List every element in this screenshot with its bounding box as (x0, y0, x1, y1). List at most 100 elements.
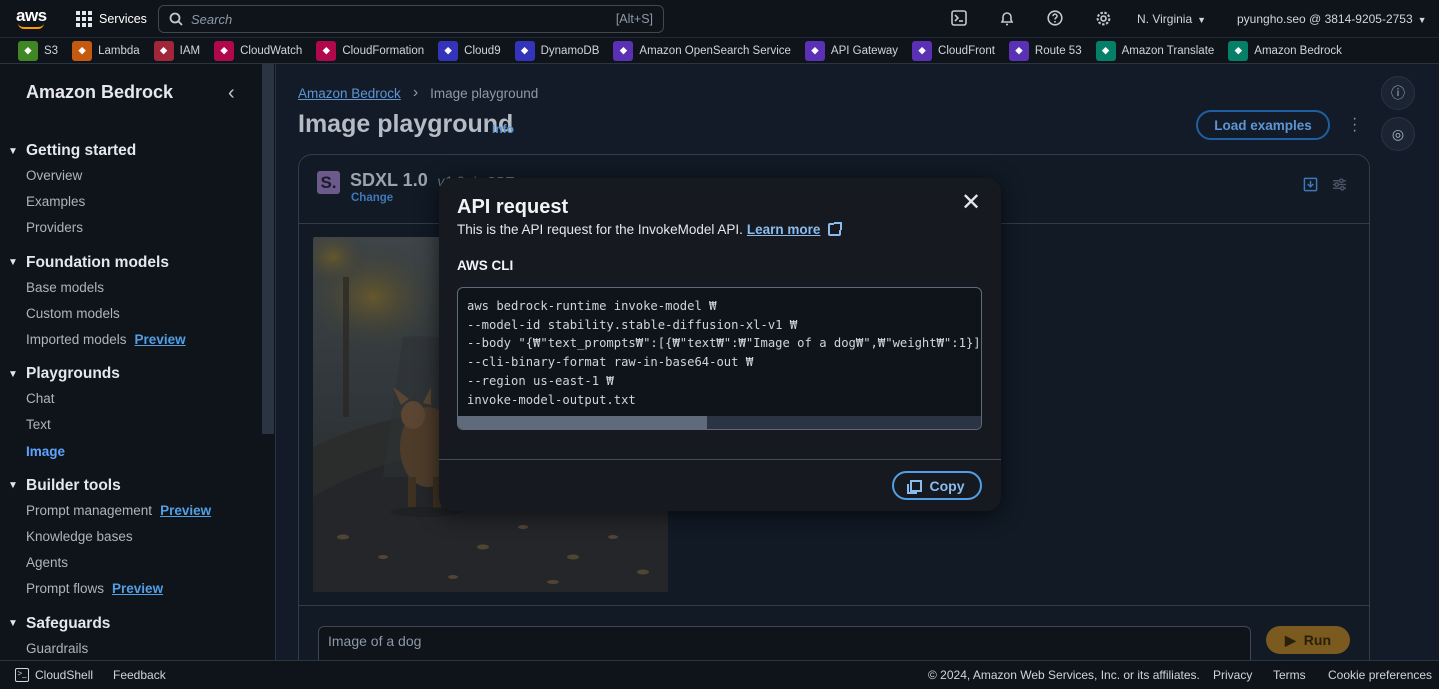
sidebar-item-label: Examples (26, 194, 86, 210)
favorite-label: Lambda (98, 44, 140, 57)
favorite-route-53[interactable]: ◆ Route 53 (1008, 40, 1082, 61)
sidenav-section-label: Safeguards (26, 614, 111, 632)
sidebar-item-imported-models[interactable]: Imported models Preview (26, 332, 186, 347)
sidenav-title[interactable]: Amazon Bedrock (26, 82, 173, 103)
preview-badge[interactable]: Preview (160, 503, 211, 518)
sidebar-item-providers[interactable]: Providers (26, 220, 83, 235)
sidenav-section-builder-tools[interactable]: ▼ Builder tools (8, 477, 121, 495)
collapse-sidenav-icon[interactable]: ‹ (228, 82, 235, 105)
favorite-cloudfront[interactable]: ◆ CloudFront (912, 40, 995, 61)
sidebar-item-guardrails[interactable]: Guardrails (26, 641, 88, 656)
chevron-right-icon: › (412, 84, 419, 101)
code-line: invoke-model-output.txt (467, 392, 636, 407)
code-line: aws bedrock-runtime invoke-model ₩ (467, 299, 717, 313)
sidenav-section-label: Foundation models (26, 253, 169, 271)
feedback-panel-icon[interactable]: ◎ (1381, 117, 1415, 151)
caret-down-icon: ▼ (8, 618, 18, 630)
favorite-cloudwatch[interactable]: ◆ CloudWatch (214, 40, 302, 61)
favorite-lambda[interactable]: ◆ Lambda (72, 40, 140, 61)
favorite-cloud9[interactable]: ◆ Cloud9 (438, 40, 501, 61)
change-model-link[interactable]: Change (351, 192, 393, 204)
sidebar-item-examples[interactable]: Examples (26, 194, 85, 209)
sidebar-item-prompt-flows[interactable]: Prompt flows Preview (26, 581, 163, 596)
region-selector[interactable]: N. Virginia ▼ (1137, 12, 1206, 26)
search-box[interactable]: [Alt+S] (158, 5, 664, 33)
sidebar-item-label: Providers (26, 220, 84, 236)
dynamodb-icon: ◆ (514, 40, 535, 61)
caret-down-icon: ▼ (8, 480, 18, 492)
favorite-iam[interactable]: ◆ IAM (153, 40, 200, 61)
settings-gear-icon[interactable] (1094, 9, 1112, 27)
info-panel-icon[interactable]: ⓘ (1381, 76, 1415, 110)
sidenav-scrollbar[interactable] (262, 64, 274, 434)
sidebar-item-prompt-management[interactable]: Prompt management Preview (26, 503, 211, 518)
close-icon[interactable]: ✕ (959, 191, 983, 216)
sidebar-item-label: Image (26, 443, 66, 459)
aws-smile-icon (18, 23, 44, 29)
sidenav-section-safeguards[interactable]: ▼ Safeguards (8, 615, 110, 633)
sidebar-item-base-models[interactable]: Base models (26, 280, 104, 295)
terms-link[interactable]: Terms (1273, 668, 1306, 682)
favorite-amazon-opensearch-service[interactable]: ◆ Amazon OpenSearch Service (613, 40, 791, 61)
aws-logo[interactable]: aws (16, 6, 48, 32)
favorites-bar: ◆ S3 ◆ Lambda ◆ IAM ◆ CloudWatch ◆ CloudFormation… (0, 37, 1439, 64)
account-menu[interactable]: pyungho.seo @ 3814-9205-2753 ▼ (1237, 12, 1427, 26)
load-examples-button[interactable]: Load examples (1196, 110, 1330, 140)
settings-sliders-icon[interactable] (1332, 177, 1347, 196)
sidenav-section-label: Builder tools (26, 476, 121, 494)
code-block[interactable]: aws bedrock-runtime invoke-model ₩ --mode… (457, 287, 982, 430)
cloudshell-icon[interactable] (950, 9, 968, 27)
sidenav-section-getting-started[interactable]: ▼ Getting started (8, 142, 136, 160)
favorite-s3[interactable]: ◆ S3 (18, 40, 58, 61)
sidebar-item-image[interactable]: Image (26, 444, 65, 459)
footer: >_ CloudShell Feedback © 2024, Amazon We… (0, 660, 1439, 689)
cloudshell-label: CloudShell (35, 668, 94, 682)
sidebar-item-agents[interactable]: Agents (26, 555, 68, 570)
sidebar-item-overview[interactable]: Overview (26, 168, 82, 183)
services-menu-button[interactable]: Services (76, 10, 147, 27)
caret-down-icon: ▼ (1197, 15, 1207, 25)
breadcrumb-image-playground: Image playground (430, 85, 539, 101)
run-button[interactable]: ▶ Run (1266, 626, 1350, 654)
privacy-link[interactable]: Privacy (1213, 668, 1252, 682)
more-options-icon[interactable]: · · · (1352, 111, 1357, 139)
cloudshell-button[interactable]: >_ CloudShell (15, 668, 93, 682)
sidebar-item-chat[interactable]: Chat (26, 391, 55, 406)
favorite-amazon-bedrock[interactable]: ◆ Amazon Bedrock (1228, 40, 1342, 61)
services-label: Services (99, 11, 147, 26)
cookie-preferences-link[interactable]: Cookie preferences (1328, 668, 1432, 682)
sidebar-item-label: Overview (26, 168, 83, 183)
code-line: --region us-east-1 ₩ (467, 373, 614, 388)
download-icon[interactable] (1303, 177, 1318, 196)
notifications-bell-icon[interactable] (998, 9, 1016, 27)
sidebar-item-knowledge-bases[interactable]: Knowledge bases (26, 529, 133, 544)
favorite-api-gateway[interactable]: ◆ API Gateway (804, 40, 898, 61)
sidebar-item-text[interactable]: Text (26, 417, 51, 432)
cloudformation-icon: ◆ (316, 40, 337, 61)
search-input[interactable] (191, 11, 616, 27)
terminal-icon: >_ (15, 668, 29, 682)
preview-badge[interactable]: Preview (135, 332, 186, 347)
favorite-amazon-translate[interactable]: ◆ Amazon Translate (1095, 40, 1214, 61)
favorite-cloudformation[interactable]: ◆ CloudFormation (316, 40, 424, 61)
info-link[interactable]: Info (492, 122, 514, 136)
translate-icon: ◆ (1095, 40, 1116, 61)
favorite-dynamodb[interactable]: ◆ DynamoDB (514, 40, 599, 61)
sidebar-item-label: Knowledge bases (26, 529, 133, 544)
scrollbar-thumb[interactable] (458, 416, 707, 429)
help-icon[interactable] (1046, 9, 1064, 27)
horizontal-scrollbar[interactable] (458, 416, 981, 429)
breadcrumb-amazon-bedrock[interactable]: Amazon Bedrock (298, 86, 401, 101)
cloudwatch-icon: ◆ (214, 40, 235, 61)
caret-down-icon: ▼ (1417, 15, 1427, 25)
divider (299, 605, 1369, 606)
copy-button[interactable]: Copy (892, 471, 982, 500)
sidebar-item-custom-models[interactable]: Custom models (26, 306, 120, 321)
sidenav-section-playgrounds[interactable]: ▼ Playgrounds (8, 365, 120, 383)
run-label: Run (1303, 632, 1331, 648)
learn-more-link[interactable]: Learn more (747, 222, 821, 237)
preview-badge[interactable]: Preview (112, 581, 163, 596)
code-line: --body "{₩"text_prompts₩":[{₩"text₩":₩"I… (467, 336, 982, 351)
feedback-link[interactable]: Feedback (113, 668, 166, 682)
sidenav-section-foundation-models[interactable]: ▼ Foundation models (8, 254, 169, 272)
